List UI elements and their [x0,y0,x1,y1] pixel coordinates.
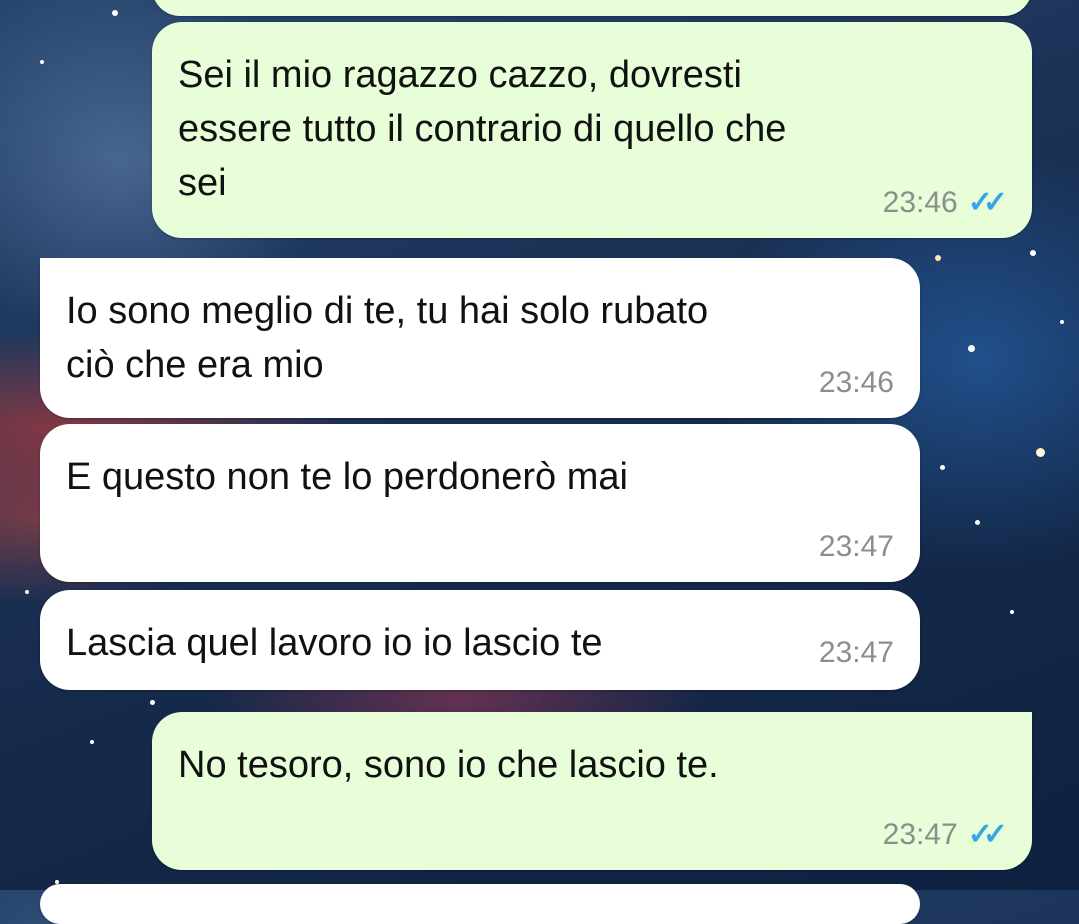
message-time: 23:46 [882,185,958,219]
double-check-icon: ✓✓ [967,818,1008,851]
message-text: No tesoro, sono io che lascio te. [178,744,719,786]
message-time: 23:46 [818,366,894,399]
star [935,255,941,261]
star [968,345,975,352]
star [112,10,118,16]
star [1030,250,1036,256]
double-check-icon: ✓✓ [967,186,1008,219]
message-time: 23:47 [818,530,894,563]
star [150,700,155,705]
message-bubble-outgoing[interactable]: Sei il mio ragazzo cazzo, dovresti esser… [152,22,1032,238]
star [975,520,980,525]
message-bubble-outgoing[interactable] [152,0,1032,16]
message-meta: 23:47 [819,530,894,564]
message-bubble-incoming[interactable]: E questo non te lo perdonerò mai 23:47 [40,424,920,582]
message-meta: 23:47 ✓✓ [882,817,1008,852]
message-text: E questo non te lo perdonerò mai [66,456,628,498]
message-text: Io sono meglio di te, tu hai solo rubato… [66,290,709,386]
message-time: 23:47 [818,636,894,669]
star [1060,320,1064,324]
message-meta: 23:47 [819,636,894,670]
message-bubble-outgoing[interactable]: No tesoro, sono io che lascio te. 23:47 … [152,712,1032,870]
star [1010,610,1014,614]
star [90,740,94,744]
star [25,590,29,594]
message-meta: 23:46 [819,366,894,400]
message-bubble-incoming[interactable]: Lascia quel lavoro io io lascio te 23:47 [40,590,920,690]
star [40,60,44,64]
star [940,465,945,470]
message-bubble-incoming[interactable]: Io sono meglio di te, tu hai solo rubato… [40,258,920,418]
message-bubble-incoming[interactable] [40,884,920,924]
message-text: Lascia quel lavoro io io lascio te [66,622,603,664]
message-meta: 23:46 ✓✓ [882,185,1008,220]
message-time: 23:47 [882,817,958,851]
star [1036,448,1045,457]
